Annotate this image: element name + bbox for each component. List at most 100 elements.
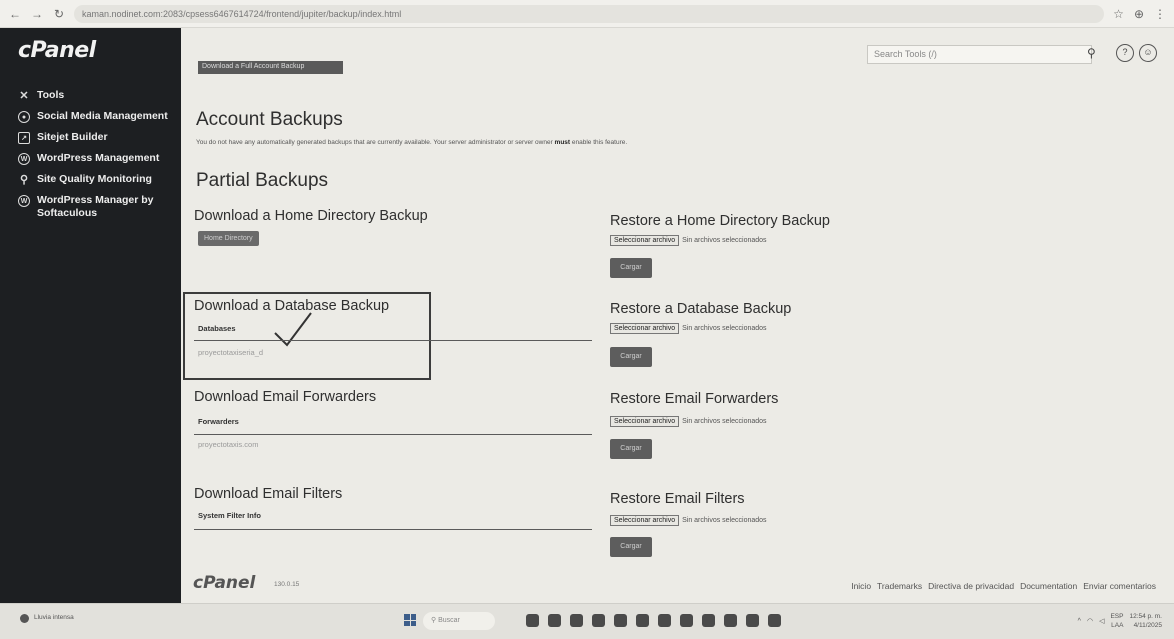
notice-text: You do not have any automatically genera… [196,139,555,146]
app-icon[interactable] [680,614,693,627]
sidebar: cPanel ✕ Tools ● Social Media Management… [0,28,181,603]
footer-links: Inicio Trademarks Directiva de privacida… [851,581,1156,591]
choose-file-button[interactable]: Seleccionar archivo [610,515,680,526]
home-upload-button[interactable]: Cargar [610,258,652,278]
language-indicator[interactable]: ESP LAA [1110,612,1123,630]
footer-link-documentation[interactable]: Documentation [1020,581,1077,591]
windows-start-icon[interactable] [404,614,416,626]
home-directory-button[interactable]: Home Directory [198,231,259,246]
app-icon[interactable] [658,614,671,627]
tray-chevron-icon[interactable]: ^ [1078,618,1081,625]
cpanel-logo[interactable]: cPanel [0,28,181,63]
app-icon[interactable] [702,614,715,627]
bookmark-star-icon[interactable]: ☆ [1113,7,1124,21]
filter-file-picker[interactable]: Seleccionar archivo Sin archivos selecci… [610,515,767,526]
browser-toolbar: ← → ↻ kaman.nodinet.com:2083/cpsess64676… [0,0,1174,28]
db-download-title: Download a Database Backup [194,298,390,314]
home-download-title: Download a Home Directory Backup [194,208,428,224]
browser-icon[interactable] [614,614,627,627]
fwd-restore-title: Restore Email Forwarders [610,391,779,407]
app-icon[interactable] [724,614,737,627]
taskview-icon[interactable] [526,614,539,627]
app-icon[interactable] [746,614,759,627]
file-status: Sin archivos seleccionados [682,517,767,524]
partial-backups-title: Partial Backups [196,170,329,191]
sidebar-item-label: WordPress Manager by Softaculous [37,194,154,219]
top-bar: Download a Full Account Backup Search To… [181,28,1174,74]
sidebar-item-wordpress-manager[interactable]: W WordPress Manager by Softaculous [0,190,181,224]
sidebar-item-sitejet[interactable]: ↗ Sitejet Builder [0,127,181,148]
volume-icon[interactable]: ◁ [1099,617,1104,625]
social-icon: ● [18,111,30,123]
home-restore-title: Restore a Home Directory Backup [610,213,830,229]
file-status: Sin archivos seleccionados [682,325,767,332]
system-tray: ^ ◠ ◁ ESP LAA 12:54 p. m. 4/11/2025 [1078,612,1162,630]
taskbar-search[interactable]: ⚲ Buscar [423,612,495,630]
sidebar-menu: ✕ Tools ● Social Media Management ↗ Site… [0,85,181,224]
filter-upload-button[interactable]: Cargar [610,537,652,557]
site-quality-icon: ⚲ [19,173,29,186]
clock[interactable]: 12:54 p. m. 4/11/2025 [1129,612,1162,630]
extensions-icon[interactable]: ⊕ [1134,7,1144,21]
wordpress-icon: W [18,153,30,165]
app-icon[interactable] [636,614,649,627]
address-bar[interactable]: kaman.nodinet.com:2083/cpsess6467614724/… [74,4,1104,23]
fwd-row-link[interactable]: proyectotaxis.com [198,440,258,449]
divider [194,434,592,435]
choose-file-button[interactable]: Seleccionar archivo [610,235,680,246]
sidebar-item-label: Social Media Management [37,110,168,122]
app-icon[interactable] [768,614,781,627]
lang-label: ESP [1110,613,1124,620]
sidebar-item-tools[interactable]: ✕ Tools [0,85,181,106]
db-upload-button[interactable]: Cargar [610,347,652,367]
user-icon[interactable]: ☺ [1139,44,1157,62]
choose-file-button[interactable]: Seleccionar archivo [610,323,680,334]
footer-cpanel-logo: cPanel [193,573,256,593]
tools-icon: ✕ [19,89,29,102]
app-icon[interactable] [570,614,583,627]
home-file-picker[interactable]: Seleccionar archivo Sin archivos selecci… [610,235,767,246]
app-icon[interactable] [548,614,561,627]
search-input[interactable]: Search Tools (/) [867,45,1092,64]
reload-icon[interactable]: ↻ [52,7,66,21]
search-icon[interactable]: ⚲ [1087,46,1096,60]
sidebar-item-label: WordPress Management [37,152,160,164]
clock-date: 4/11/2025 [1133,622,1162,629]
footer-version: 130.0.15 [274,581,300,588]
main-content: Account Backups You do not have any auto… [181,68,1174,603]
browser-menu-icon[interactable]: ⋮ [1154,7,1166,21]
checkmark-icon [274,312,312,347]
footer-link-feedback[interactable]: Enviar comentarios [1083,581,1156,591]
wordpress-icon: W [18,195,30,207]
footer-link-trademarks[interactable]: Trademarks [877,581,922,591]
divider [194,340,592,341]
sidebar-item-site-quality[interactable]: ⚲ Site Quality Monitoring [0,169,181,190]
notice-text-end: enable this feature. [570,139,628,146]
divider [194,529,592,530]
filter-restore-title: Restore Email Filters [610,491,745,507]
fwd-file-picker[interactable]: Seleccionar archivo Sin archivos selecci… [610,416,767,427]
wifi-icon[interactable]: ◠ [1087,617,1093,625]
fwd-column-header: Forwarders [198,417,239,426]
file-status: Sin archivos seleccionados [682,237,767,244]
forward-icon[interactable]: → [30,7,44,21]
filter-download-title: Download Email Filters [194,486,343,502]
app-icon[interactable] [592,614,605,627]
footer-link-privacy[interactable]: Directiva de privacidad [928,581,1014,591]
sidebar-item-wordpress-management[interactable]: W WordPress Management [0,148,181,169]
fwd-upload-button[interactable]: Cargar [610,439,652,459]
db-file-picker[interactable]: Seleccionar archivo Sin archivos selecci… [610,323,767,334]
help-icon[interactable]: ? [1116,44,1134,62]
sidebar-item-label: Sitejet Builder [37,131,108,143]
weather-widget[interactable]: Lluvia intensa [34,613,74,622]
os-taskbar: Lluvia intensa ⚲ Buscar ^ ◠ ◁ ESP LAA 12:… [0,603,1174,639]
footer-link-home[interactable]: Inicio [851,581,871,591]
sitejet-icon: ↗ [18,132,30,144]
db-row-link[interactable]: proyectotaxiseria_d [198,348,263,357]
back-icon[interactable]: ← [8,7,22,21]
notice-bold: must [554,139,571,146]
filter-column-header: System Filter Info [198,511,261,520]
sidebar-item-social-media[interactable]: ● Social Media Management [0,106,181,127]
file-status: Sin archivos seleccionados [682,418,767,425]
choose-file-button[interactable]: Seleccionar archivo [610,416,680,427]
